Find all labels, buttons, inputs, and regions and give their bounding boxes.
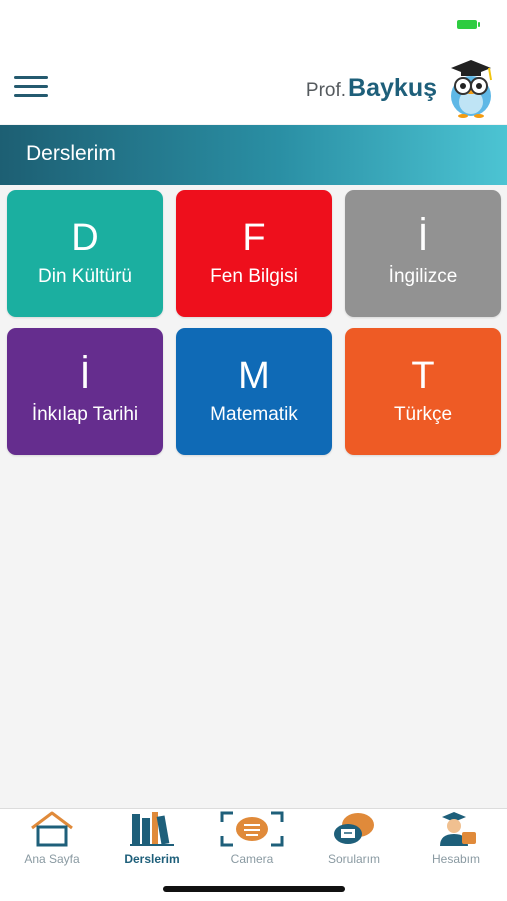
tab-ana-sayfa[interactable]: Ana Sayfa [2, 809, 102, 873]
brand-name: Baykuş [348, 74, 437, 102]
books-icon [130, 812, 174, 846]
course-letter: F [242, 217, 266, 259]
tab-label: Camera [230, 852, 274, 866]
hamburger-menu-icon [14, 76, 48, 79]
tab-derslerim[interactable]: Derslerim [102, 809, 202, 873]
course-tile-din-kulturu[interactable]: D Din Kültürü [7, 190, 163, 317]
house-icon [31, 811, 73, 847]
course-name: Fen Bilgisi [210, 266, 298, 287]
course-name: Matematik [210, 404, 298, 425]
page-title-bar: Derslerim [0, 125, 507, 185]
tab-label: Hesabım [431, 852, 481, 866]
tab-label: Derslerim [124, 852, 180, 866]
course-tile-fen-bilgisi[interactable]: F Fen Bilgisi [176, 190, 332, 317]
tab-camera[interactable]: Camera [202, 809, 302, 873]
course-tile-inkilap-tarihi[interactable]: İ İnkılap Tarihi [7, 328, 163, 455]
status-bar [0, 0, 507, 48]
course-letter: T [411, 355, 435, 397]
page-title: Derslerim [26, 142, 116, 165]
course-letter: İ [417, 217, 429, 259]
tab-label: Ana Sayfa [24, 852, 80, 866]
tab-label: Sorularım [327, 852, 380, 866]
course-letter: D [71, 217, 99, 259]
course-name: Din Kültürü [38, 266, 132, 287]
course-tile-ingilizce[interactable]: İ İngilizce [345, 190, 501, 317]
brand-logo-text: Prof. Baykuş [306, 74, 437, 103]
course-tile-matematik[interactable]: M Matematik [176, 328, 332, 455]
course-letter: İ [79, 355, 91, 397]
course-name: İnkılap Tarihi [31, 404, 139, 425]
chat-questions-icon [334, 813, 374, 844]
tab-sorularim[interactable]: Sorularım [304, 809, 404, 873]
owl-mascot-icon [451, 60, 492, 118]
battery-icon [457, 20, 480, 29]
tab-hesabim[interactable]: Hesabım [406, 809, 506, 873]
course-name: İngilizce [388, 266, 458, 287]
course-letter: M [238, 355, 270, 397]
graduate-user-icon [440, 812, 476, 846]
menu-button[interactable] [14, 76, 48, 98]
course-name: Türkçe [393, 404, 453, 425]
home-indicator [163, 886, 345, 892]
brand-prefix: Prof. [305, 80, 347, 101]
app-header: Prof. Baykuş [0, 48, 507, 124]
course-tile-turkce[interactable]: T Türkçe [345, 328, 501, 455]
camera-icon [220, 811, 284, 847]
